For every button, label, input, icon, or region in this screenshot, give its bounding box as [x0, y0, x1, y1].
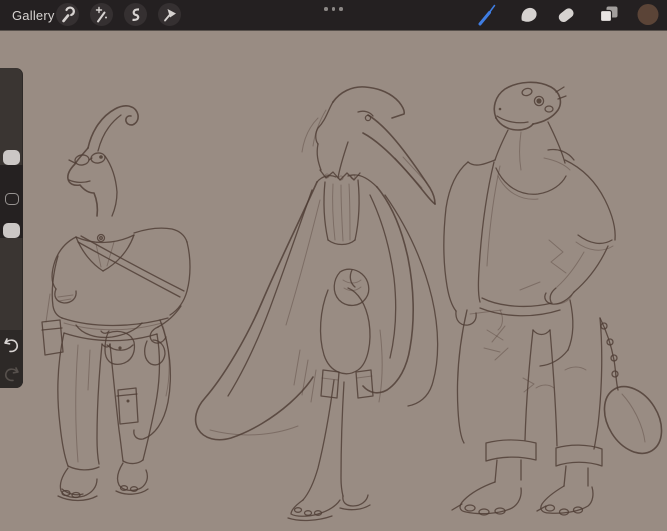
sketch-ankylosaur-character: [444, 82, 667, 515]
transform-arrow-icon: [158, 3, 181, 26]
adjustments-button[interactable]: [90, 3, 113, 26]
multitask-dots-icon[interactable]: [324, 7, 343, 11]
sidebar: [0, 68, 23, 388]
character-sketch: [0, 30, 667, 531]
wrench-icon: [56, 3, 79, 26]
erase-tool-button[interactable]: [551, 0, 581, 30]
color-swatch: [633, 0, 663, 30]
toolbar: Gallery: [0, 0, 667, 31]
eraser-icon: [551, 0, 581, 30]
smudge-icon: [512, 0, 542, 30]
brush-icon: [471, 0, 501, 30]
layers-icon: [593, 0, 623, 30]
gallery-button[interactable]: Gallery: [12, 0, 55, 30]
magic-wand-icon: [90, 3, 113, 26]
selection-button[interactable]: [124, 3, 147, 26]
sketch-quetzal-character: [196, 87, 438, 521]
gallery-label: Gallery: [12, 8, 55, 23]
color-swatch-button[interactable]: [633, 0, 663, 30]
transform-button[interactable]: [158, 3, 181, 26]
smudge-tool-button[interactable]: [512, 0, 542, 30]
selection-s-icon: [124, 3, 147, 26]
sketch-parasaur-character: [42, 106, 190, 501]
actions-button[interactable]: [56, 3, 79, 26]
layers-button[interactable]: [593, 0, 623, 30]
redo-button[interactable]: [6, 368, 18, 380]
drawing-canvas[interactable]: [0, 30, 667, 501]
undo-button[interactable]: [5, 339, 17, 351]
paint-tool-button[interactable]: [471, 0, 501, 30]
